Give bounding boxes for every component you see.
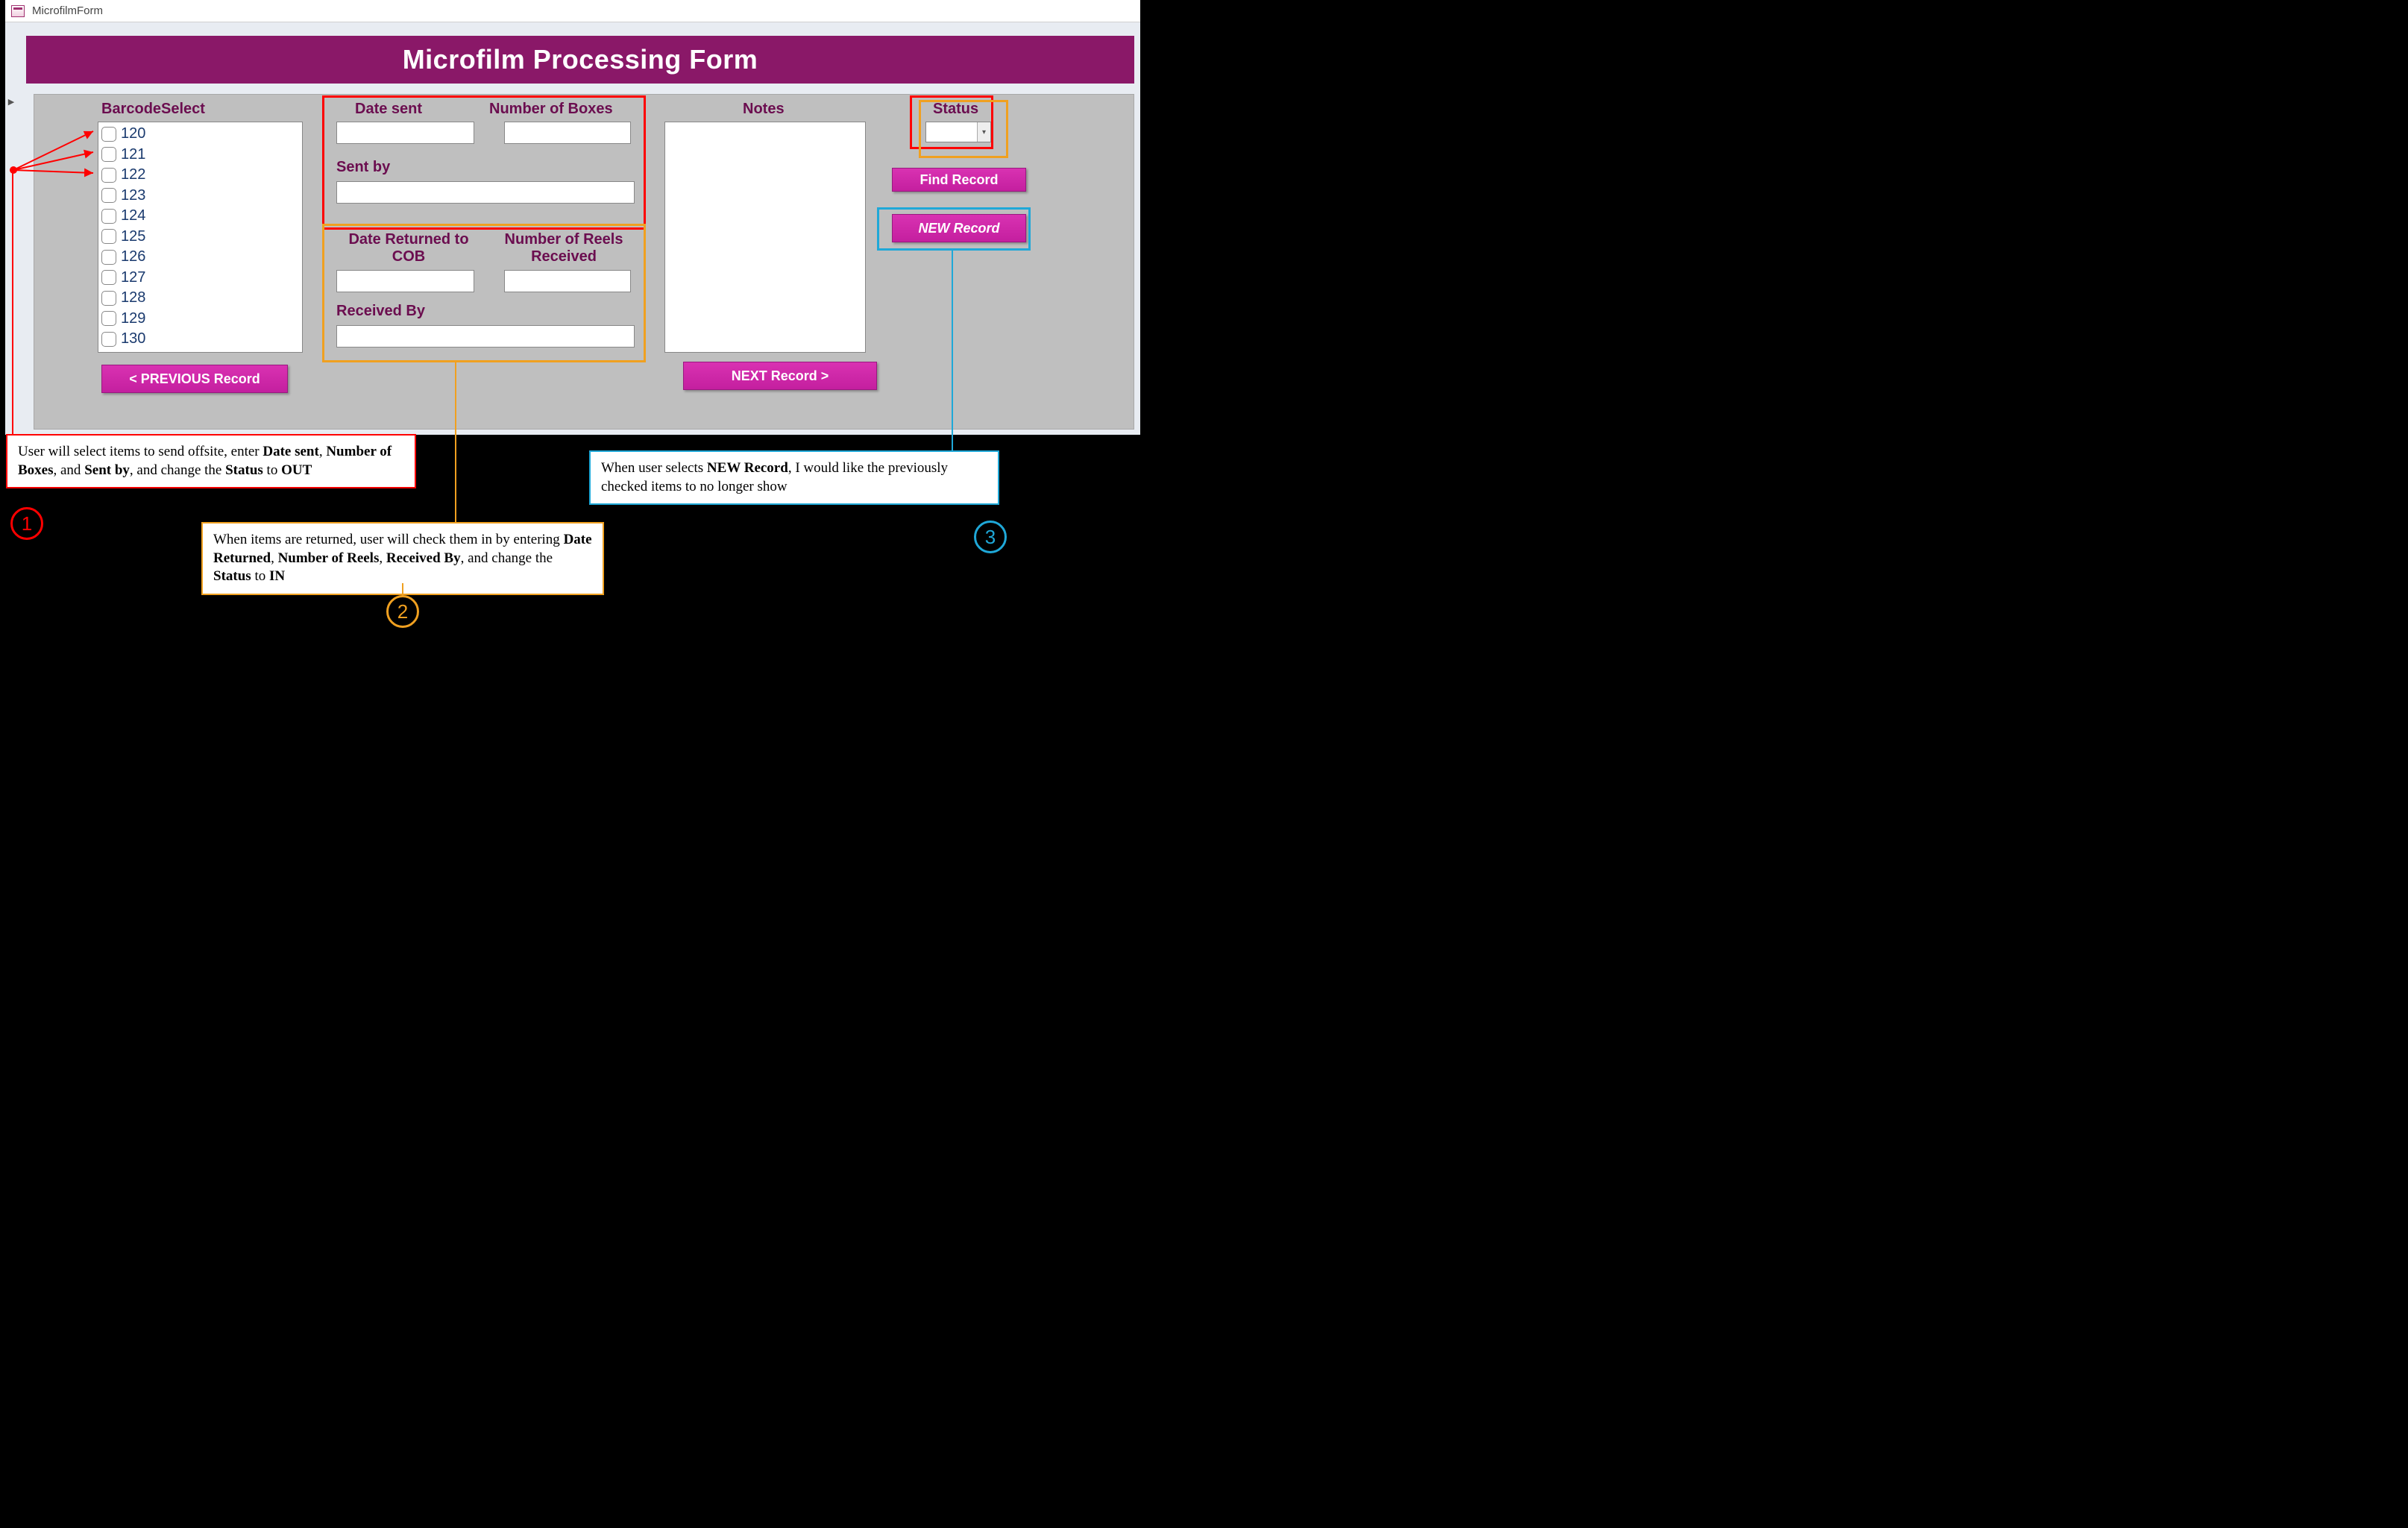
barcode-value: 122 [121, 166, 145, 183]
form-header: Microfilm Processing Form [26, 36, 1134, 84]
barcode-row[interactable]: 123 [101, 186, 299, 207]
barcode-value: 129 [121, 310, 145, 327]
previous-record-button[interactable]: < PREVIOUS Record [101, 365, 288, 393]
barcode-checkbox[interactable] [101, 229, 116, 244]
form-title: Microfilm Processing Form [403, 44, 758, 75]
barcode-checkbox[interactable] [101, 127, 116, 142]
barcode-row[interactable]: 127 [101, 268, 299, 289]
annotation-callout-1: User will select items to send offsite, … [6, 434, 416, 488]
barcode-value: 121 [121, 146, 145, 163]
barcode-row[interactable]: 120 [101, 124, 299, 145]
annotation-orange-connector-v2 [402, 583, 403, 597]
barcode-value: 128 [121, 289, 145, 306]
barcode-checkbox[interactable] [101, 270, 116, 285]
form-icon [11, 5, 25, 17]
barcode-row[interactable]: 125 [101, 227, 299, 248]
annotation-orange-status-box [919, 100, 1008, 158]
annotation-red-connector [12, 173, 13, 436]
barcode-row[interactable]: 121 [101, 145, 299, 166]
annotation-cyan-new-box [877, 207, 1031, 251]
barcode-select-label: BarcodeSelect [101, 101, 205, 118]
titlebar: MicrofilmForm [5, 0, 1140, 22]
annotation-number-3: 3 [974, 521, 1007, 553]
barcode-row[interactable]: 128 [101, 288, 299, 309]
barcode-checkbox[interactable] [101, 332, 116, 347]
barcode-checkbox[interactable] [101, 311, 116, 326]
barcode-value: 125 [121, 228, 145, 245]
barcode-row[interactable]: 129 [101, 309, 299, 330]
notes-input[interactable] [664, 122, 866, 353]
barcode-checkbox[interactable] [101, 250, 116, 265]
next-record-button[interactable]: NEXT Record > [683, 362, 877, 390]
barcode-value: 123 [121, 187, 145, 204]
barcode-row[interactable]: 130 [101, 329, 299, 350]
record-selector-gutter: ▶ [5, 22, 26, 435]
barcode-row[interactable]: 124 [101, 206, 299, 227]
annotation-cyan-connector-v [952, 251, 953, 452]
annotation-orange-connector-v [455, 362, 456, 526]
barcode-value: 120 [121, 125, 145, 142]
barcode-value: 124 [121, 207, 145, 224]
record-selector-icon[interactable]: ▶ [5, 94, 17, 109]
barcode-checkbox[interactable] [101, 209, 116, 224]
barcode-value: 130 [121, 330, 145, 348]
annotation-number-1: 1 [10, 507, 43, 540]
window-title: MicrofilmForm [32, 4, 103, 17]
annotation-callout-3: When user selects NEW Record, I would li… [589, 450, 999, 505]
notes-label: Notes [743, 101, 785, 118]
barcode-checkbox[interactable] [101, 147, 116, 162]
annotation-red-sent-box [322, 95, 646, 230]
barcode-row[interactable]: 126 [101, 247, 299, 268]
barcode-row[interactable]: 122 [101, 165, 299, 186]
annotation-number-2: 2 [386, 595, 419, 628]
find-record-button[interactable]: Find Record [892, 168, 1026, 192]
barcode-checkbox[interactable] [101, 168, 116, 183]
barcode-checkbox[interactable] [101, 291, 116, 306]
barcode-checkbox[interactable] [101, 188, 116, 203]
barcode-select-list[interactable]: 120 121 122 123 124 125 126 127 128 129 130 [98, 122, 303, 353]
annotation-orange-returned-box [322, 224, 646, 362]
barcode-value: 126 [121, 248, 145, 265]
barcode-value: 127 [121, 269, 145, 286]
